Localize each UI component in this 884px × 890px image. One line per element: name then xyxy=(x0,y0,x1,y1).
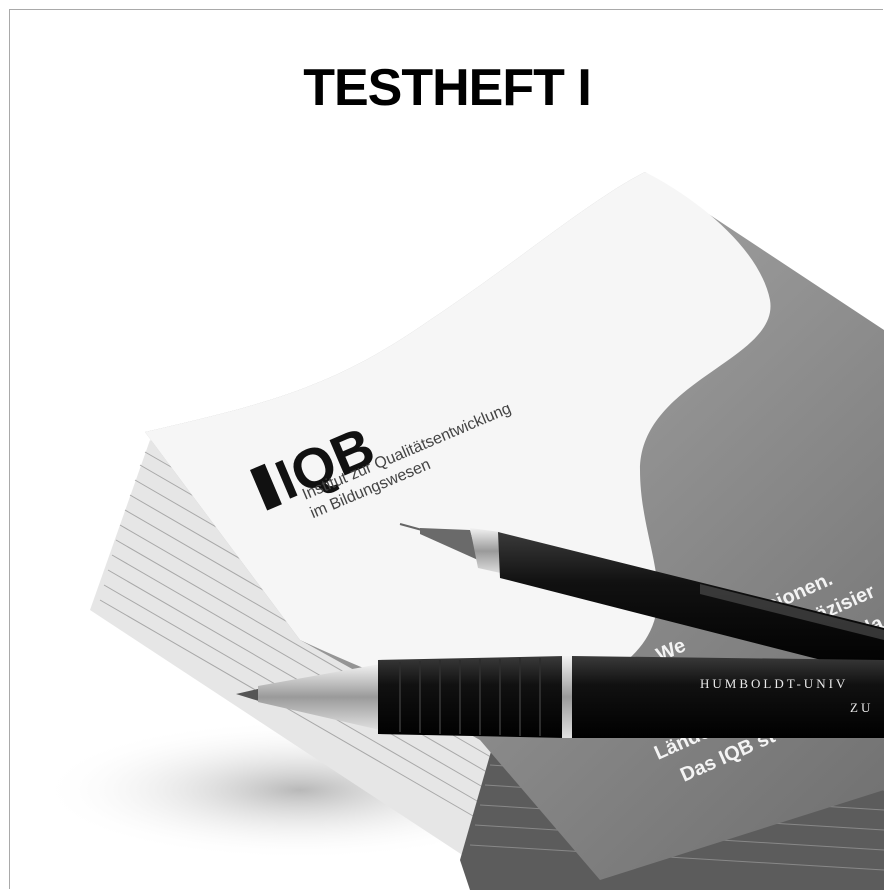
pen-engraving-line2: ZU xyxy=(850,700,873,715)
page: TESTHEFT I IQB Institut zur Qualitätsent… xyxy=(0,0,884,890)
pen-engraving-line1: HUMBOLDT-UNIV xyxy=(700,676,848,691)
booklet-photo: IQB Institut zur Qualitätsentwicklung im… xyxy=(40,172,884,890)
